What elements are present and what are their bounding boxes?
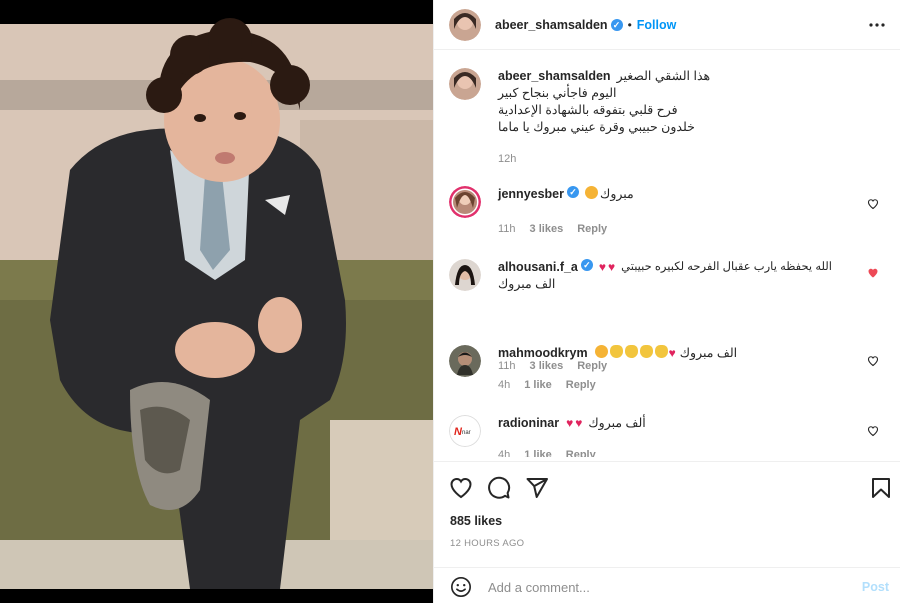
commenter-avatar[interactable] <box>449 186 481 218</box>
separator-dot: • <box>627 17 632 32</box>
heart-icon[interactable] <box>449 476 473 500</box>
comment-text: الف مبروك <box>679 346 738 360</box>
commenter-username[interactable]: mahmoodkrym <box>498 345 588 362</box>
heart-icon[interactable] <box>867 355 879 367</box>
reply-button[interactable]: Reply <box>566 379 596 391</box>
comment-likes[interactable]: 3 likes <box>530 223 564 235</box>
more-horizontal-icon[interactable] <box>868 16 886 34</box>
comment-meta: 4h 1 like Reply <box>498 379 596 391</box>
caption-time: 12h <box>498 153 517 165</box>
heart-icon[interactable] <box>867 198 879 210</box>
comments-list[interactable]: abeer_shamsalden هذا الشقي الصغير اليوم … <box>434 51 900 457</box>
comment-input[interactable] <box>488 577 828 597</box>
red-hearts-emoji-icon: ♥♥ <box>566 416 585 430</box>
comment-bubble-icon[interactable] <box>487 476 511 500</box>
red-hearts-emoji-icon: ♥♥ <box>598 260 618 274</box>
post-actions-bar <box>434 461 900 511</box>
comment-time: 4h <box>498 379 511 391</box>
comment-text: مبروك <box>600 187 634 201</box>
author-avatar[interactable] <box>449 8 481 41</box>
caption-line: اليوم فاجأني بنجاح كبير <box>498 86 617 100</box>
add-comment-bar: Post <box>434 567 900 603</box>
paper-plane-icon[interactable] <box>525 476 549 500</box>
reply-button[interactable]: Reply <box>577 223 607 235</box>
comment-likes[interactable]: 1 like <box>524 449 552 457</box>
comment-meta: 4h 1 like Reply <box>498 449 596 457</box>
caption-meta: 12h <box>498 153 516 165</box>
caption-username[interactable]: abeer_shamsalden <box>498 68 611 85</box>
post-side-panel: abeer_shamsalden ✓ • Follow abeer_shamsa… <box>433 0 900 603</box>
red-heart-emoji-icon: ♥ <box>668 346 678 360</box>
commenter-username[interactable]: radioninar <box>498 415 559 432</box>
smiley-icon[interactable] <box>450 576 472 598</box>
comment-time: 4h <box>498 449 511 457</box>
verified-badge-icon: ✓ <box>610 18 623 31</box>
author-avatar[interactable] <box>449 68 481 100</box>
comment-text-line2: الف مبروك <box>498 277 556 291</box>
post-time-ago: 12 HOURS AGO <box>450 538 525 549</box>
caption-line: هذا الشقي الصغير <box>616 69 711 83</box>
comment-meta: 11h 3 likes Reply <box>498 223 607 235</box>
clapping-emoji-icon <box>624 345 638 358</box>
comment-likes[interactable]: 1 like <box>524 379 552 391</box>
post-header: abeer_shamsalden ✓ • Follow <box>434 0 900 50</box>
post-photo[interactable] <box>0 0 433 603</box>
svg-text:nar: nar <box>462 430 471 436</box>
comment-text: الله يحفظه يارب عقبال الفرحه لكبيره حبيب… <box>621 261 832 273</box>
likes-count[interactable]: 885 likes <box>450 514 502 528</box>
comment-time: 11h <box>498 223 516 235</box>
star-struck-emoji-icon <box>594 345 608 358</box>
author-username[interactable]: abeer_shamsalden <box>495 18 608 32</box>
bookmark-icon[interactable] <box>869 476 893 500</box>
heart-filled-icon[interactable] <box>867 267 879 279</box>
comment-text: ألف مبروك <box>588 416 646 430</box>
commenter-username[interactable]: jennyesber <box>498 186 564 203</box>
star-struck-emoji-icon <box>585 186 599 199</box>
caption-line: خلدون حبيبي وقرة عيني مبروك يا ماما <box>498 120 695 134</box>
heart-icon[interactable] <box>867 425 879 437</box>
verified-badge-icon: ✓ <box>567 186 580 198</box>
clapping-emoji-icon <box>639 345 653 358</box>
follow-button[interactable]: Follow <box>637 18 677 32</box>
commenter-username[interactable]: alhousani.f_a <box>498 259 578 276</box>
verified-badge-icon: ✓ <box>580 259 593 271</box>
post-comment-button[interactable]: Post <box>862 580 889 594</box>
commenter-avatar[interactable] <box>449 345 481 377</box>
commenter-avatar[interactable]: Nnar <box>449 415 481 447</box>
reply-button[interactable]: Reply <box>566 449 596 457</box>
boy-in-suit-photo <box>0 0 433 603</box>
clapping-emoji-icon <box>654 345 668 358</box>
commenter-avatar[interactable] <box>449 259 481 291</box>
caption-line: فرح قلبي بتفوقه بالشهادة الإعدادية <box>498 103 678 117</box>
clapping-emoji-icon <box>609 345 623 358</box>
